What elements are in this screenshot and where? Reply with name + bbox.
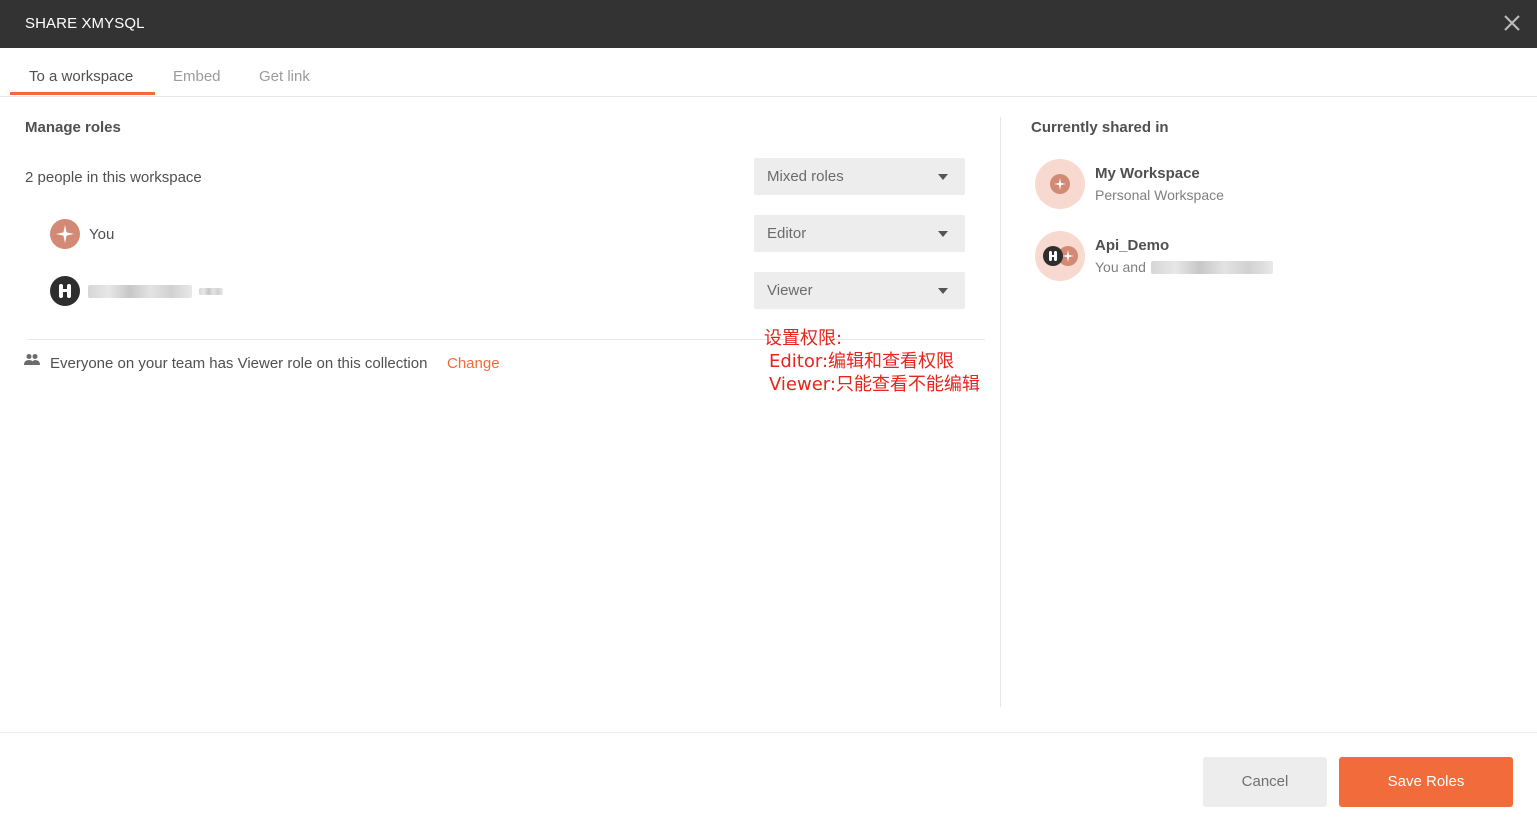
chevron-down-icon xyxy=(938,231,948,237)
member-role-select-other[interactable]: Viewer xyxy=(754,272,965,309)
dialog-titlebar: SHARE XMYSQL xyxy=(0,0,1537,48)
dialog-title: SHARE XMYSQL xyxy=(25,15,145,32)
workspace-subtitle: You and xyxy=(1095,259,1146,275)
redacted-member-name xyxy=(88,285,192,298)
member-role-value: Editor xyxy=(767,225,807,242)
bulk-role-select[interactable]: Mixed roles xyxy=(754,158,965,195)
workspace-avatar-icon xyxy=(1035,159,1085,209)
currently-shared-heading: Currently shared in xyxy=(1031,119,1169,136)
sparkle-avatar-icon xyxy=(50,219,80,249)
close-icon[interactable] xyxy=(1501,12,1523,34)
cancel-button[interactable]: Cancel xyxy=(1203,757,1327,807)
tab-get-link[interactable]: Get link xyxy=(259,68,310,85)
team-workspace-avatar-icon xyxy=(1035,231,1085,281)
workspace-subtitle: Personal Workspace xyxy=(1095,187,1224,203)
tab-to-a-workspace[interactable]: To a workspace xyxy=(29,68,133,85)
column-divider xyxy=(1000,117,1001,707)
postman-avatar-icon xyxy=(50,276,80,306)
bulk-role-value: Mixed roles xyxy=(767,168,844,185)
people-count-text: 2 people in this workspace xyxy=(25,169,202,186)
annotation-title: 设置权限: xyxy=(764,328,843,349)
annotation-viewer: Viewer:只能查看不能编辑 xyxy=(769,374,980,395)
save-roles-button[interactable]: Save Roles xyxy=(1339,757,1513,807)
member-role-value: Viewer xyxy=(767,282,813,299)
workspace-name: Api_Demo xyxy=(1095,237,1170,254)
share-tabs: To a workspace Embed Get link xyxy=(0,48,1537,97)
redacted-member-suffix xyxy=(199,288,223,295)
annotation-editor: Editor:编辑和查看权限 xyxy=(769,351,955,372)
team-icon xyxy=(24,354,40,365)
redacted-member-list xyxy=(1151,261,1273,274)
active-tab-indicator xyxy=(10,92,155,95)
workspace-name: My Workspace xyxy=(1095,165,1200,182)
member-name-you: You xyxy=(89,226,115,243)
manage-roles-heading: Manage roles xyxy=(25,119,121,136)
team-notice-text: Everyone on your team has Viewer role on… xyxy=(50,355,428,372)
tab-embed[interactable]: Embed xyxy=(173,68,221,85)
change-team-role-link[interactable]: Change xyxy=(447,355,500,372)
chevron-down-icon xyxy=(938,288,948,294)
member-role-select-you[interactable]: Editor xyxy=(754,215,965,252)
chevron-down-icon xyxy=(938,174,948,180)
